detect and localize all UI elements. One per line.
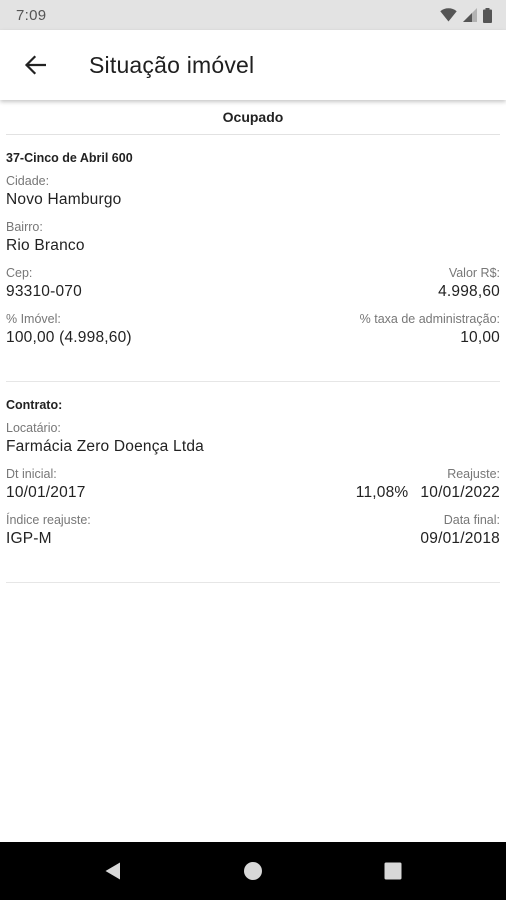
property-row-bairro: Bairro: Rio Branco [6, 219, 500, 265]
occupancy-status: Ocupado [6, 100, 500, 135]
pct-imovel-label: % Imóvel: [6, 312, 61, 326]
triangle-back-icon [105, 862, 120, 880]
contract-title: Contrato: [6, 398, 63, 412]
cidade-field: Cidade: Novo Hamburgo [6, 173, 121, 211]
property-title: 37-Cinco de Abril 600 [6, 151, 133, 165]
bairro-field: Bairro: Rio Branco [6, 219, 85, 257]
bairro-value: Rio Branco [6, 237, 85, 254]
battery-icon [483, 7, 492, 23]
locatario-field: Locatário: Farmácia Zero Doença Ltda [6, 420, 204, 458]
indice-value: IGP-M [6, 530, 52, 547]
property-row-cidade: Cidade: Novo Hamburgo [6, 173, 500, 219]
cidade-value: Novo Hamburgo [6, 191, 122, 208]
status-bar: 7:09 [0, 0, 506, 30]
indice-field: Índice reajuste: IGP-M [6, 512, 91, 550]
reajuste-date: 10/01/2022 [420, 484, 500, 501]
reajuste-values: 11,08% 10/01/2022 [356, 482, 500, 504]
contract-row-indice: Índice reajuste: IGP-M Data final: 09/01… [6, 512, 500, 558]
property-section: 37-Cinco de Abril 600 Cidade: Novo Hambu… [6, 135, 500, 382]
taxa-adm-value: 10,00 [460, 329, 500, 346]
dt-inicial-value: 10/01/2017 [6, 484, 86, 501]
page-title: Situação imóvel [89, 51, 255, 78]
arrow-left-icon [24, 55, 46, 75]
valor-field: Valor R$: 4.998,60 [438, 265, 500, 303]
property-row-percent: % Imóvel: 100,00 (4.998,60) % taxa de ad… [6, 311, 500, 357]
indice-label: Índice reajuste: [6, 513, 91, 527]
system-nav-bar [0, 842, 506, 900]
taxa-adm-field: % taxa de administração: 10,00 [360, 311, 500, 349]
pct-imovel-field: % Imóvel: 100,00 (4.998,60) [6, 311, 132, 349]
contract-row-dates: Dt inicial: 10/01/2017 Reajuste: 11,08% … [6, 466, 500, 512]
status-time: 7:09 [16, 6, 47, 24]
app-bar: Situação imóvel [0, 30, 506, 100]
circle-home-icon [244, 862, 262, 880]
cep-value: 93310-070 [6, 283, 82, 300]
property-row-cep-valor: Cep: 93310-070 Valor R$: 4.998,60 [6, 265, 500, 311]
pct-imovel-value: 100,00 (4.998,60) [6, 329, 132, 346]
status-icons [440, 7, 492, 23]
cep-field: Cep: 93310-070 [6, 265, 82, 303]
dt-inicial-label: Dt inicial: [6, 467, 57, 481]
dt-inicial-field: Dt inicial: 10/01/2017 [6, 466, 86, 504]
locatario-label: Locatário: [6, 421, 61, 435]
back-button[interactable] [15, 45, 55, 85]
reajuste-field: Reajuste: 11,08% 10/01/2022 [356, 466, 500, 504]
data-final-field: Data final: 09/01/2018 [420, 512, 500, 550]
bairro-label: Bairro: [6, 220, 43, 234]
reajuste-label: Reajuste: [447, 467, 500, 481]
wifi-icon [440, 8, 457, 22]
data-final-value: 09/01/2018 [420, 530, 500, 547]
contract-section: Contrato: Locatário: Farmácia Zero Doenç… [6, 382, 500, 583]
content: Ocupado 37-Cinco de Abril 600 Cidade: No… [0, 100, 506, 842]
cep-label: Cep: [6, 266, 33, 280]
cellular-signal-icon [463, 8, 477, 22]
cidade-label: Cidade: [6, 174, 50, 188]
nav-recents-button[interactable] [373, 851, 413, 891]
nav-home-button[interactable] [233, 851, 273, 891]
data-final-label: Data final: [443, 513, 500, 527]
nav-back-button[interactable] [93, 851, 133, 891]
reajuste-percent: 11,08% [355, 484, 409, 501]
valor-value: 4.998,60 [438, 283, 500, 300]
square-recents-icon [384, 862, 402, 880]
valor-label: Valor R$: [448, 266, 500, 280]
contract-row-locatario: Locatário: Farmácia Zero Doença Ltda [6, 420, 500, 466]
taxa-adm-label: % taxa de administração: [359, 312, 500, 326]
locatario-value: Farmácia Zero Doença Ltda [6, 438, 204, 455]
